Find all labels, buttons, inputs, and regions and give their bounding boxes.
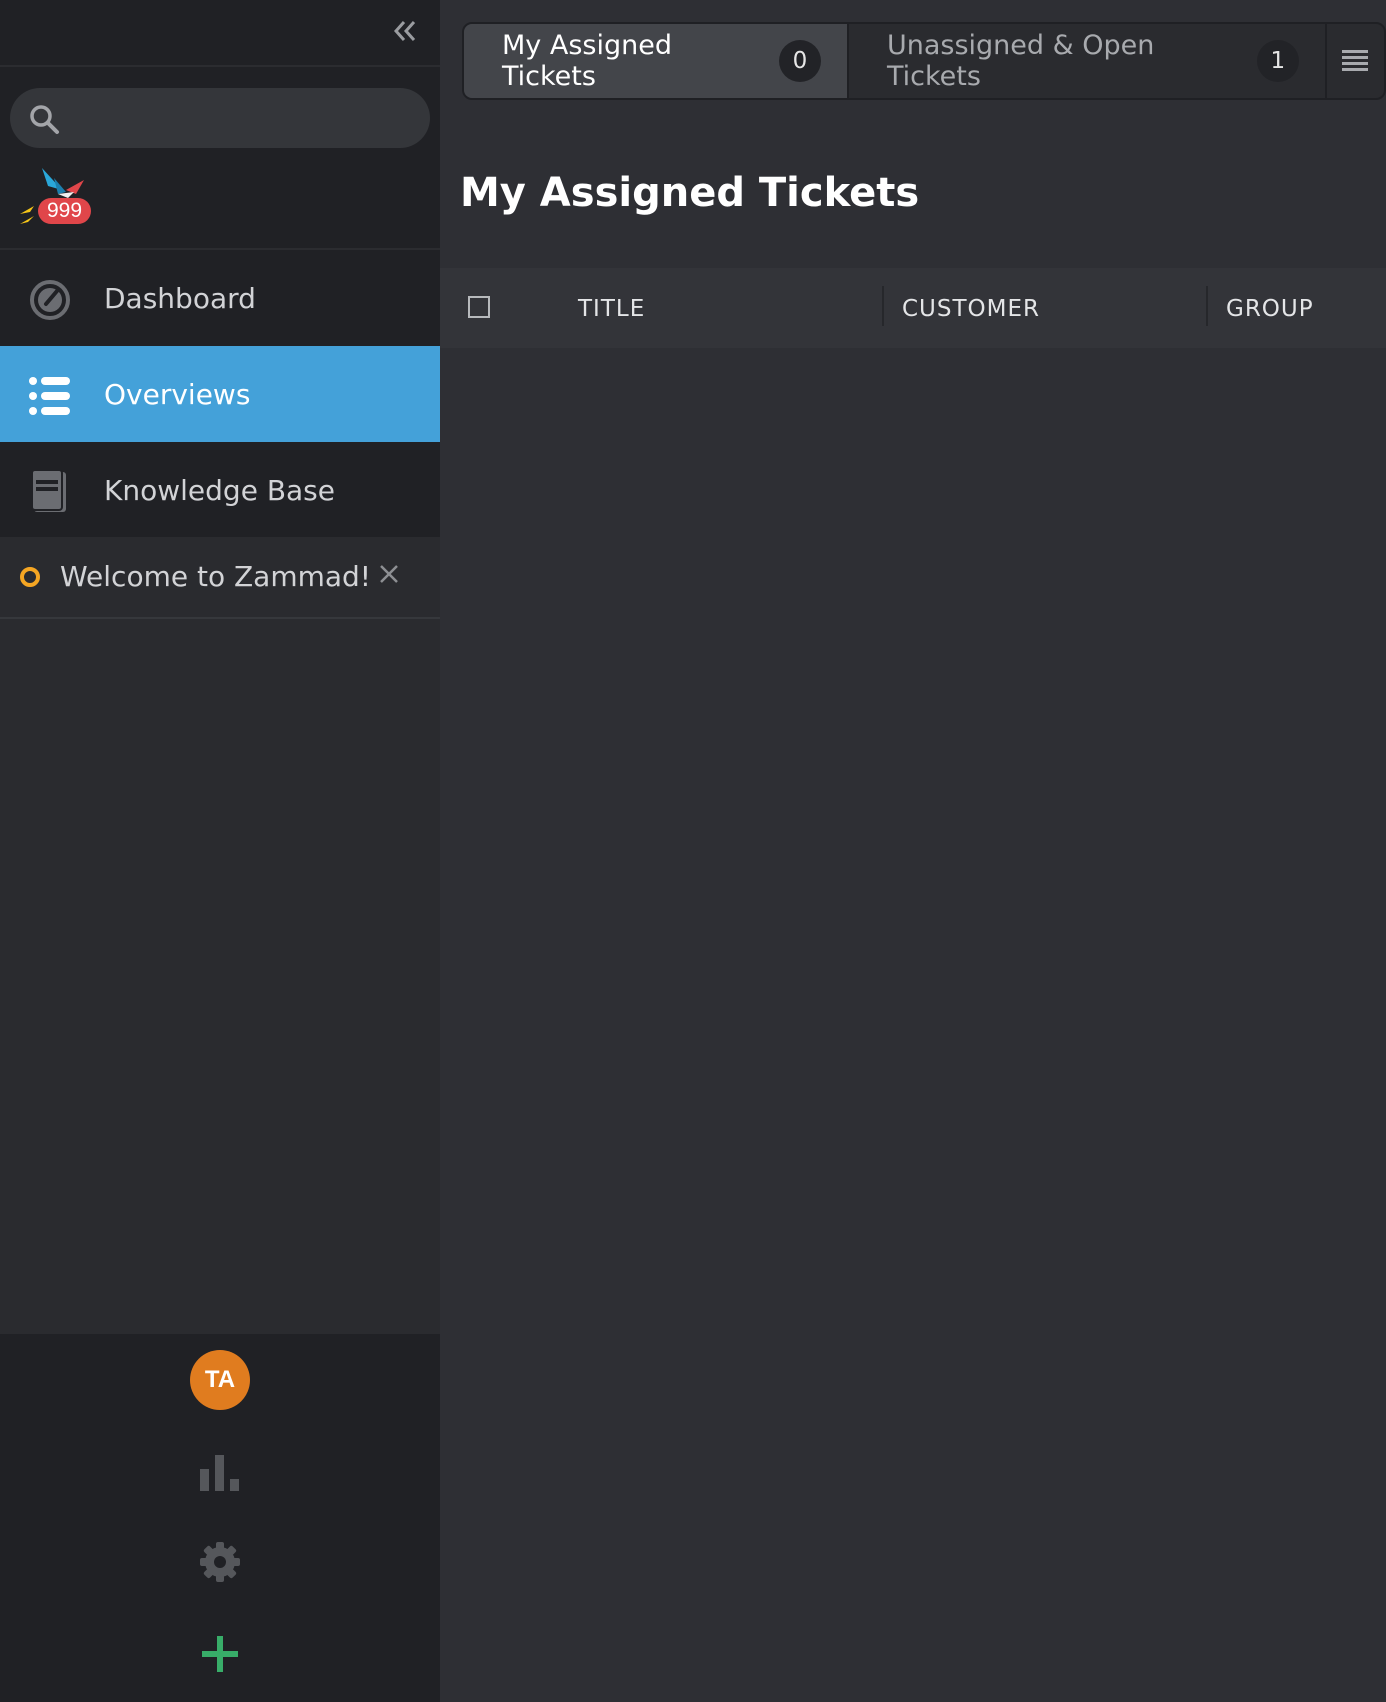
tab-count-badge: 1 [1256, 40, 1299, 82]
search-box [10, 88, 430, 148]
notification-badge[interactable]: 999 [38, 198, 92, 224]
menu-icon [1342, 50, 1369, 71]
settings-button[interactable] [196, 1538, 244, 1586]
bar-chart-icon [200, 1455, 239, 1491]
task-label: Welcome to Zammad! [60, 560, 372, 593]
column-header-title[interactable]: TITLE [578, 296, 645, 322]
tab-label: Unassigned & Open Tickets [886, 30, 1155, 92]
reports-button[interactable] [196, 1448, 244, 1496]
add-new-button[interactable] [196, 1630, 244, 1678]
main-content: My Assigned Tickets 0 Unassigned & Open … [440, 0, 1386, 1702]
main-navigation: Dashboard Overviews Knowledge Base [0, 250, 440, 538]
task-item[interactable]: Welcome to Zammad! [0, 537, 440, 619]
search-icon [30, 105, 59, 134]
column-divider[interactable] [882, 286, 884, 326]
sidebar-header [0, 0, 440, 67]
task-status-icon [20, 567, 40, 587]
nav-item-knowledge-base[interactable]: Knowledge Base [0, 442, 440, 538]
table-header: TITLE CUSTOMER GROUP [440, 268, 1386, 348]
gear-icon [200, 1542, 240, 1582]
tab-count-badge: 0 [778, 40, 821, 82]
tab-label: My Assigned Tickets [502, 30, 672, 92]
column-divider[interactable] [1206, 286, 1208, 326]
nav-item-label: Overviews [104, 377, 251, 411]
column-header-group[interactable]: GROUP [1226, 296, 1314, 322]
select-all-checkbox[interactable] [468, 296, 490, 318]
nav-item-overviews[interactable]: Overviews [0, 346, 440, 442]
sidebar-footer: TA [0, 1334, 440, 1702]
double-chevron-left-icon [393, 21, 416, 41]
page-title: My Assigned Tickets [460, 170, 920, 216]
task-list-area [0, 619, 440, 1334]
close-icon[interactable] [374, 559, 404, 589]
nav-item-dashboard[interactable]: Dashboard [0, 250, 440, 346]
tab-unassigned-open-tickets[interactable]: Unassigned & Open Tickets 1 [849, 24, 1327, 98]
plus-icon [202, 1636, 238, 1672]
column-header-customer[interactable]: CUSTOMER [902, 296, 1040, 322]
nav-item-label: Dashboard [104, 281, 256, 315]
dashboard-icon [28, 278, 72, 322]
overview-tabs: My Assigned Tickets 0 Unassigned & Open … [462, 22, 1386, 100]
book-icon [28, 470, 72, 514]
tab-my-assigned-tickets[interactable]: My Assigned Tickets 0 [464, 24, 849, 98]
collapse-sidebar-button[interactable] [388, 14, 422, 48]
list-icon [28, 374, 72, 418]
nav-item-label: Knowledge Base [104, 473, 335, 507]
more-overviews-button[interactable] [1327, 24, 1384, 98]
avatar[interactable]: TA [190, 1350, 250, 1410]
sidebar: 999 Dashboard Overviews Knowledge Base W… [0, 0, 440, 1702]
search-input[interactable] [74, 88, 414, 148]
